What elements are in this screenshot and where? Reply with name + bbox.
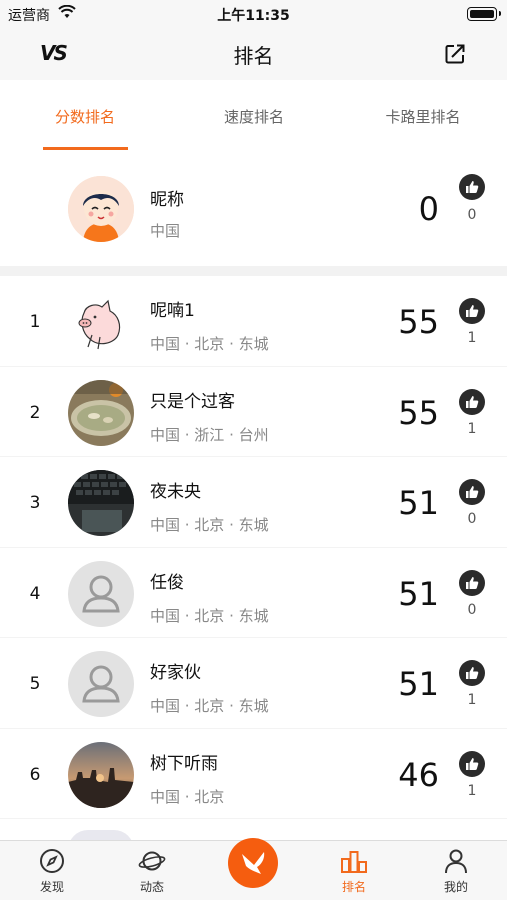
ranking-row[interactable]: 1 呢喃1 中国 · 北京 · 东城 55 1 — [0, 276, 507, 367]
section-divider — [0, 266, 507, 276]
podium-icon — [341, 851, 367, 873]
tabbar-feed-label: 动态 — [139, 880, 164, 894]
user-name: 好家伙 — [150, 663, 201, 683]
user-score: 55 — [398, 393, 439, 432]
user-name: 任俊 — [150, 572, 184, 593]
rank-number: 1 — [29, 312, 41, 332]
avatar — [68, 741, 134, 808]
user-location: 中国 · 北京 · 东城 — [150, 516, 269, 534]
active-tab-indicator — [43, 147, 128, 150]
pig-avatar-icon — [68, 289, 134, 355]
bird-icon — [242, 852, 265, 874]
rank-number: 4 — [29, 583, 41, 604]
thumbs-up-icon[interactable] — [459, 388, 485, 415]
ranking-row[interactable]: 5 好家伙 中国 · 北京 · 东城 51 1 — [0, 638, 507, 729]
avatar — [68, 470, 134, 536]
tabbar-discover[interactable]: 发现 — [22, 847, 82, 895]
ranking-row[interactable]: 6 树下听雨 中国 · 北京 46 1 — [0, 728, 507, 819]
user-location: 中国 · 浙江 · 台州 — [150, 425, 269, 444]
user-score: 51 — [398, 484, 439, 522]
page-title: 排名 — [233, 44, 274, 68]
ranking-list: 1 呢喃1 中国 · 北京 · 东城 55 1 2 只是个过客 中国 · 浙江 … — [0, 276, 507, 819]
ranking-row[interactable]: 3 夜未央 中国 · 北京 · 东城 51 0 — [0, 457, 507, 548]
person-icon — [445, 849, 467, 874]
avatar — [68, 379, 134, 446]
avatar — [68, 560, 134, 627]
my-score: 0 — [418, 190, 439, 228]
tabbar-discover-label: 发现 — [39, 880, 64, 894]
my-location: 中国 — [150, 222, 181, 240]
user-name: 夜未央 — [150, 482, 201, 502]
sunset-photo-avatar-icon — [68, 741, 134, 808]
thumbs-up-icon[interactable] — [459, 660, 485, 686]
my-nickname: 昵称 — [150, 190, 184, 210]
rank-number: 2 — [29, 402, 41, 423]
ranking-row[interactable]: 2 只是个过客 中国 · 浙江 · 台州 55 1 — [0, 366, 507, 457]
food-photo-avatar-icon — [68, 379, 134, 446]
user-score: 46 — [398, 755, 439, 794]
thumbs-up-icon[interactable] — [459, 298, 485, 324]
default-user-avatar-icon — [68, 560, 134, 627]
my-like-count: 0 — [467, 207, 477, 223]
share-icon[interactable] — [443, 42, 467, 66]
nav-bar: VS 排名 — [0, 28, 507, 80]
user-location: 中国 · 北京 · 东城 — [150, 697, 269, 715]
planet-icon — [138, 851, 166, 871]
rank-number: 5 — [29, 674, 41, 694]
ranking-row[interactable]: 4 任俊 中国 · 北京 · 东城 51 0 — [0, 547, 507, 638]
default-user-avatar-icon — [68, 651, 134, 717]
ranking-tabs: 分数排名 速度排名 卡路里排名 — [0, 80, 507, 152]
tab-calorie-ranking[interactable]: 卡路里排名 — [358, 106, 488, 127]
tabbar-me[interactable]: 我的 — [426, 847, 486, 895]
rank-number: 3 — [29, 493, 41, 513]
tab-speed-ranking[interactable]: 速度排名 — [189, 106, 319, 127]
compass-icon — [40, 849, 64, 873]
status-bar: 运营商 上午11:35 — [0, 0, 507, 28]
like-count: 1 — [467, 330, 477, 346]
like-count: 1 — [467, 692, 477, 708]
tabbar-feed[interactable]: 动态 — [122, 847, 182, 895]
clock: 上午11:35 — [217, 8, 290, 24]
thumbs-up-icon[interactable] — [459, 174, 485, 200]
thumbs-up-icon[interactable] — [459, 750, 485, 777]
user-location: 中国 · 北京 — [150, 787, 225, 806]
thumbs-up-icon[interactable] — [459, 569, 485, 596]
center-action-button[interactable] — [228, 838, 278, 888]
like-count: 1 — [467, 782, 477, 799]
like-count: 1 — [467, 420, 477, 437]
like-count: 0 — [467, 511, 477, 527]
cartoon-boy-avatar-icon — [68, 176, 134, 242]
user-name: 只是个过客 — [150, 391, 235, 412]
user-score: 55 — [398, 303, 439, 341]
user-score: 51 — [398, 574, 439, 613]
tabbar-ranking[interactable]: 排名 — [324, 847, 384, 895]
thumbs-up-icon[interactable] — [459, 479, 485, 505]
user-location: 中国 · 北京 · 东城 — [150, 335, 269, 353]
tabbar-ranking-label: 排名 — [341, 880, 366, 894]
my-avatar — [68, 176, 134, 242]
avatar — [68, 651, 134, 717]
avatar — [68, 289, 134, 355]
bottom-tab-bar: 发现 动态 排名 我的 — [0, 838, 507, 900]
keyboard-photo-avatar-icon — [68, 470, 134, 536]
tab-score-ranking[interactable]: 分数排名 — [20, 106, 150, 127]
user-score: 51 — [398, 665, 439, 703]
user-location: 中国 · 北京 · 东城 — [150, 606, 269, 625]
like-count: 0 — [467, 601, 477, 618]
my-ranking-row[interactable]: 昵称 中国 0 0 — [0, 152, 507, 266]
battery-icon — [467, 7, 501, 21]
tabbar-me-label: 我的 — [443, 880, 468, 894]
user-name: 树下听雨 — [150, 753, 218, 774]
rank-number: 6 — [29, 764, 41, 785]
user-name: 呢喃1 — [150, 301, 195, 321]
